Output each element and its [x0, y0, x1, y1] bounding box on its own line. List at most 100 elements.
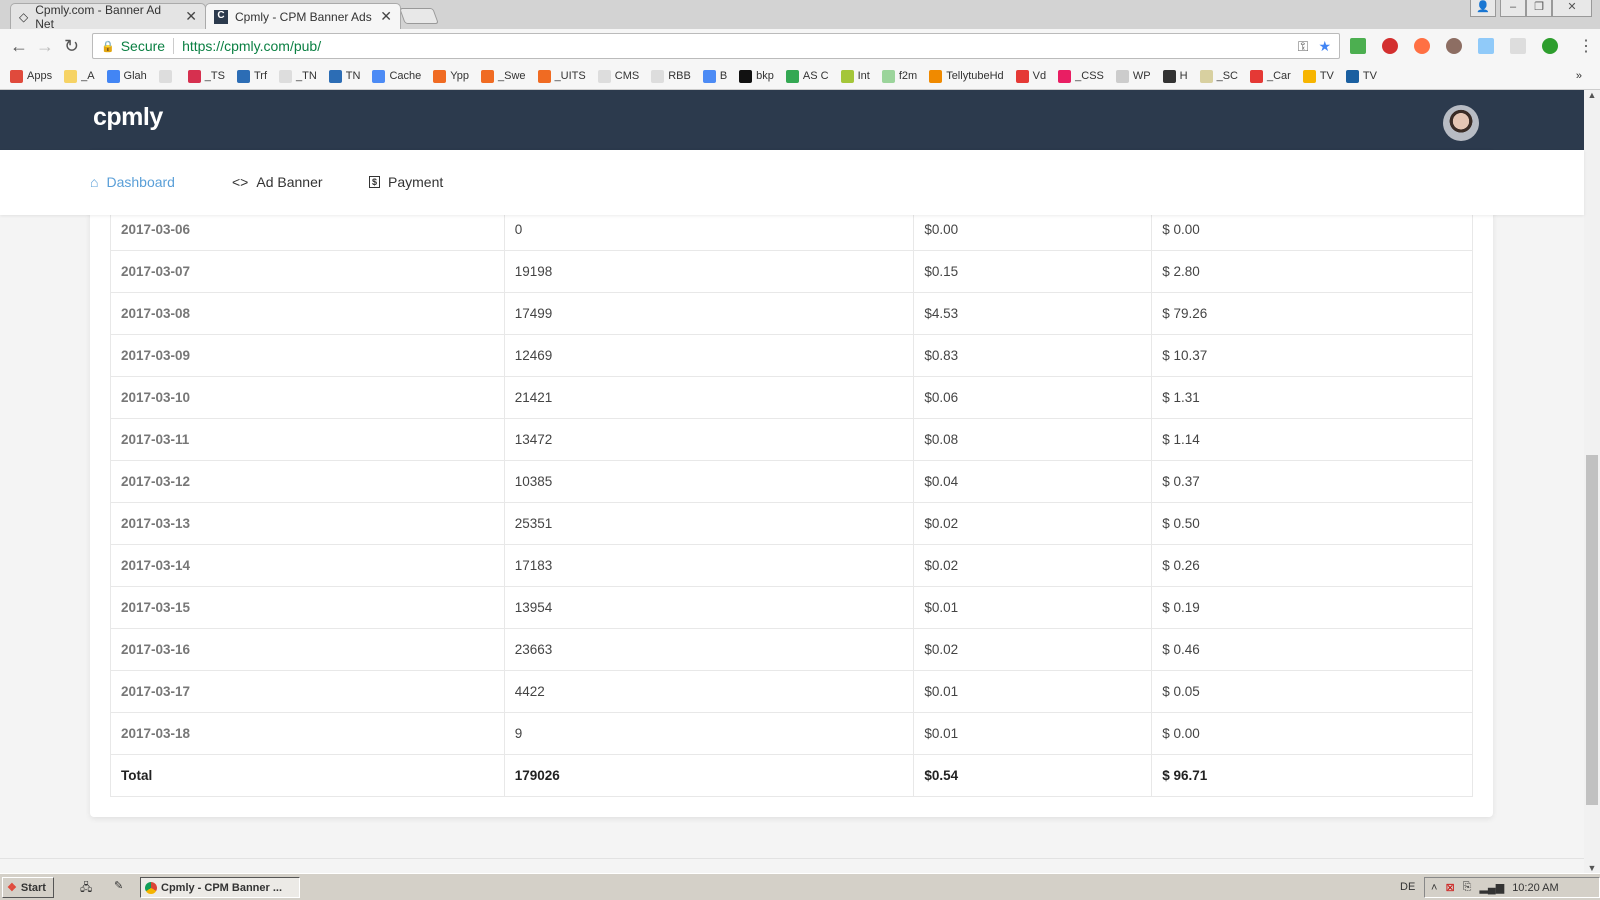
clipboard-icon[interactable] — [1510, 38, 1526, 54]
bookmark-item[interactable]: TellytubeHd — [929, 69, 1004, 83]
network-icon[interactable]: ⊠ — [1445, 881, 1454, 894]
usb-icon[interactable]: ⎘ — [1463, 881, 1472, 894]
cpm-cell: $0.02 — [913, 544, 1153, 587]
impressions-cell: 9 — [503, 712, 915, 755]
earnings-cell: $ 2.80 — [1151, 250, 1473, 293]
bookmark-favicon-icon — [1345, 69, 1359, 83]
tab-cpmly-home[interactable]: ◇ Cpmly.com - Banner Ad Net ✕ — [10, 3, 206, 31]
bookmark-item[interactable]: Cache — [372, 69, 421, 83]
extension-icon[interactable] — [1350, 38, 1366, 54]
address-bar[interactable]: 🔒 Secure https://cpmly.com/pub/ ⚿ ★ — [92, 33, 1340, 59]
earnings-cell: $ 96.71 — [1151, 754, 1473, 797]
bookmark-item[interactable]: Apps — [10, 69, 52, 83]
bookmark-favicon-icon — [279, 69, 293, 83]
bookmark-label: _Swe — [498, 70, 526, 82]
bookmark-star-icon[interactable]: ★ — [1318, 38, 1331, 55]
bookmark-favicon-icon — [1162, 69, 1176, 83]
bookmark-item[interactable] — [158, 69, 176, 83]
restore-button[interactable]: ❐ — [1526, 0, 1552, 17]
bookmark-item[interactable]: _SC — [1199, 69, 1238, 83]
date-cell: 2017-03-18 — [110, 712, 505, 755]
profile-icon[interactable]: 👤 — [1470, 0, 1496, 17]
bookmark-item[interactable]: CMS — [597, 69, 639, 83]
bookmark-item[interactable]: Glah — [106, 69, 147, 83]
scrollbar-thumb[interactable] — [1586, 455, 1598, 805]
quicklaunch-icon[interactable]: ✎ — [114, 879, 123, 892]
forward-icon[interactable]: → — [36, 36, 54, 57]
bookmark-item[interactable]: H — [1162, 69, 1188, 83]
bookmark-item[interactable]: _A — [64, 69, 95, 83]
nav-dashboard[interactable]: ⌂ Dashboard — [90, 174, 175, 190]
date-cell: 2017-03-13 — [110, 502, 505, 545]
bookmark-item[interactable]: f2m — [881, 69, 917, 83]
bookmark-item[interactable]: TV — [1302, 69, 1334, 83]
quicklaunch-icon[interactable]: 🖧 — [80, 879, 92, 898]
bookmark-item[interactable]: WP — [1115, 69, 1151, 83]
secure-label: Secure — [120, 38, 166, 54]
table-row: 2017-03-07 19198 $0.15 $ 2.80 — [110, 250, 1473, 293]
avatar[interactable] — [1443, 105, 1479, 141]
table-row: 2017-03-16 23663 $0.02 $ 0.46 — [110, 628, 1473, 671]
key-icon[interactable]: ⚿ — [1298, 38, 1309, 55]
bookmark-item[interactable]: _TN — [279, 69, 317, 83]
extension-fire-icon[interactable] — [1414, 38, 1430, 54]
bookmark-item[interactable]: Ypp — [433, 69, 469, 83]
scroll-up-icon[interactable]: ▲ — [1584, 90, 1600, 100]
chevron-up-icon[interactable]: ˄ — [1431, 882, 1437, 894]
bookmark-label: bkp — [756, 70, 774, 82]
bookmark-item[interactable]: bkp — [739, 69, 774, 83]
bookmark-item[interactable]: TN — [328, 69, 360, 83]
extension-icon[interactable] — [1446, 38, 1462, 54]
logo[interactable]: cpmly — [93, 103, 163, 132]
bookmark-item[interactable]: _Car — [1249, 69, 1291, 83]
bookmark-item[interactable]: Trf — [236, 69, 267, 83]
bookmarks-overflow-button[interactable]: » — [1576, 70, 1582, 82]
page-scrollbar[interactable]: ▲ ▼ — [1584, 90, 1600, 873]
bookmark-item[interactable]: _TS — [187, 69, 225, 83]
tab-cpmly-pub[interactable]: C Cpmly - CPM Banner Ads ✕ — [205, 3, 401, 29]
bookmark-item[interactable]: _Swe — [481, 69, 526, 83]
bookmark-favicon-icon — [64, 69, 78, 83]
bookmark-favicon-icon — [1058, 69, 1072, 83]
minimize-button[interactable]: – — [1500, 0, 1526, 17]
bookmark-label: TV — [1362, 70, 1377, 82]
nav-ad-banner[interactable]: <> Ad Banner — [232, 174, 323, 190]
bookmark-item[interactable]: RBB — [651, 69, 691, 83]
taskbar-chrome-window[interactable]: Cpmly - CPM Banner ... — [140, 877, 300, 898]
date-cell: Total — [110, 754, 505, 797]
earnings-cell: $ 0.50 — [1151, 502, 1473, 545]
scroll-down-icon[interactable]: ▼ — [1584, 863, 1600, 873]
taskbar: ❖ Start 🖧 ✎ Cpmly - CPM Banner ... DE ˄ … — [0, 873, 1600, 900]
bookmark-item[interactable]: Int — [840, 69, 870, 83]
language-indicator[interactable]: DE — [1400, 881, 1415, 893]
menu-icon[interactable]: ⋮ — [1578, 36, 1594, 56]
close-window-button[interactable]: ✕ — [1552, 0, 1592, 17]
close-tab-icon[interactable]: ✕ — [380, 8, 392, 25]
extension-icon[interactable] — [1542, 38, 1558, 54]
url-text[interactable]: https://cpmly.com/pub/ — [182, 38, 321, 54]
tab-strip: ◇ Cpmly.com - Banner Ad Net ✕ C Cpmly - … — [0, 0, 1600, 31]
earnings-cell: $ 10.37 — [1151, 334, 1473, 377]
bookmark-label: WP — [1132, 70, 1151, 82]
total-row: Total 179026 $0.54 $ 96.71 — [110, 754, 1473, 797]
task-label: Cpmly - CPM Banner ... — [161, 881, 283, 894]
start-button[interactable]: ❖ Start — [2, 877, 54, 898]
chrome-icon — [145, 881, 157, 894]
cpm-cell: $0.06 — [913, 376, 1153, 419]
bookmark-item[interactable]: _UITS — [537, 69, 586, 83]
bookmark-item[interactable]: Vd — [1015, 69, 1046, 83]
bookmark-item[interactable]: AS C — [785, 69, 829, 83]
table-row: 2017-03-10 21421 $0.06 $ 1.31 — [110, 376, 1473, 419]
bookmark-item[interactable]: _CSS — [1058, 69, 1104, 83]
close-tab-icon[interactable]: ✕ — [185, 8, 197, 25]
bookmark-item[interactable]: B — [702, 69, 727, 83]
signal-icon[interactable]: ▂▄▆ — [1479, 881, 1504, 894]
reload-icon[interactable]: ↻ — [64, 36, 79, 57]
new-tab-button[interactable] — [399, 8, 439, 24]
extension-icon[interactable] — [1478, 38, 1494, 54]
home-icon: ⌂ — [90, 174, 99, 190]
back-icon[interactable]: ← — [10, 36, 28, 57]
adblock-icon[interactable] — [1382, 38, 1398, 54]
nav-payment[interactable]: $ Payment — [369, 174, 443, 190]
bookmark-item[interactable]: TV — [1345, 69, 1377, 83]
